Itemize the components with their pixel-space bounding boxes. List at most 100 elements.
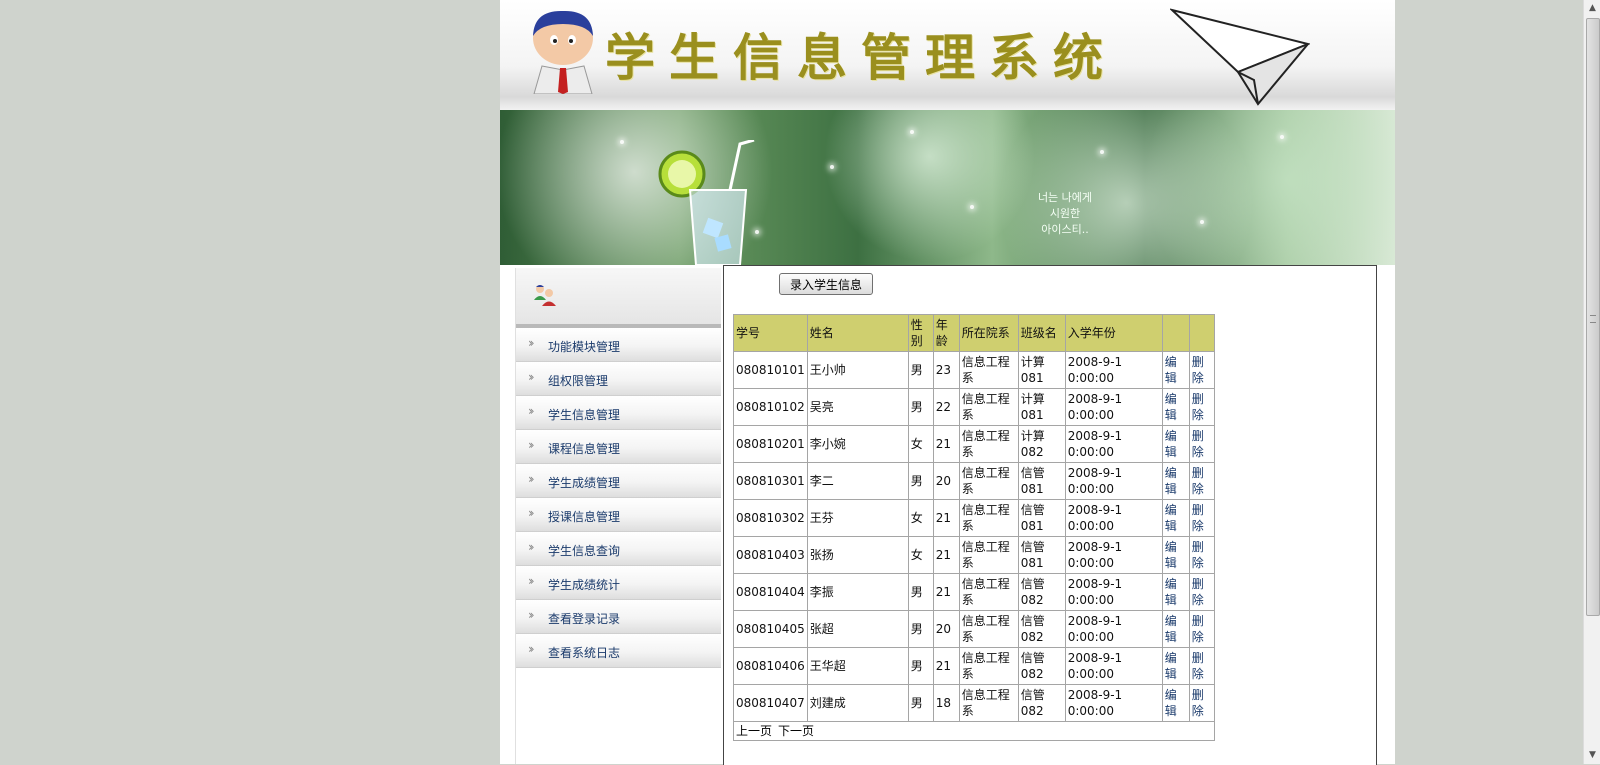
sidebar-item-login-records[interactable]: ›› 查看登录记录 xyxy=(516,600,721,634)
cell-name: 王华超 xyxy=(806,647,909,685)
edit-link[interactable]: 编辑 xyxy=(1165,577,1177,607)
cell-age: 20 xyxy=(932,462,960,500)
sidebar-item-grade-statistics[interactable]: ›› 学生成绩统计 xyxy=(516,566,721,600)
sidebar-item-group-permissions[interactable]: ›› 组权限管理 xyxy=(516,362,721,396)
banner-caption: 너는 나에게 시원한 아이스티.. xyxy=(1020,190,1110,238)
sidebar-item-label: 学生信息查询 xyxy=(548,544,621,558)
cell-age: 23 xyxy=(932,351,960,389)
delete-link[interactable]: 删除 xyxy=(1192,392,1204,422)
cell-class: 信管082 xyxy=(1017,647,1066,685)
delete-link[interactable]: 删除 xyxy=(1192,651,1204,681)
delete-link[interactable]: 删除 xyxy=(1192,503,1204,533)
sidebar-item-teaching-info[interactable]: ›› 授课信息管理 xyxy=(516,498,721,532)
cell-student-id: 080810406 xyxy=(733,647,808,685)
chevron-double-right-icon: ›› xyxy=(528,642,534,656)
cell-gender: 男 xyxy=(907,647,934,685)
edit-link[interactable]: 编辑 xyxy=(1165,540,1177,570)
delete-cell: 删除 xyxy=(1188,610,1215,648)
edit-link[interactable]: 编辑 xyxy=(1165,429,1177,459)
prev-page-link[interactable]: 上一页 xyxy=(736,724,772,738)
sidebar-item-label: 授课信息管理 xyxy=(548,510,621,524)
cell-student-id: 080810302 xyxy=(733,499,808,537)
cell-name: 刘建成 xyxy=(806,684,909,722)
sidebar-header xyxy=(516,268,721,328)
sidebar-item-module-management[interactable]: ›› 功能模块管理 xyxy=(516,328,721,362)
paper-plane-icon xyxy=(1170,8,1310,106)
cell-gender: 女 xyxy=(907,536,934,574)
cell-class: 计算082 xyxy=(1017,425,1066,463)
chevron-double-right-icon: ›› xyxy=(528,574,534,588)
scrollbar-thumb[interactable] xyxy=(1586,18,1600,616)
cell-department: 信息工程系 xyxy=(958,684,1019,722)
cell-gender: 男 xyxy=(907,388,934,426)
vertical-scrollbar[interactable]: ▲ ▼ xyxy=(1583,0,1600,764)
edit-link[interactable]: 编辑 xyxy=(1165,392,1177,422)
scroll-down-arrow-icon[interactable]: ▼ xyxy=(1584,747,1600,764)
sparkle-decoration xyxy=(830,165,834,169)
edit-cell: 编辑 xyxy=(1161,351,1190,389)
cell-class: 信管082 xyxy=(1017,684,1066,722)
users-icon xyxy=(534,285,556,306)
add-student-button[interactable]: 录入学生信息 xyxy=(779,273,873,295)
banner-caption-line: 너는 나에게 xyxy=(1037,191,1093,204)
edit-link[interactable]: 编辑 xyxy=(1165,651,1177,681)
banner-caption-line: 시원한 xyxy=(1049,207,1081,220)
sidebar-item-label: 学生成绩管理 xyxy=(548,476,621,490)
delete-link[interactable]: 删除 xyxy=(1192,688,1204,718)
pager-row: 上一页 下一页 xyxy=(733,721,1215,741)
sidebar-item-student-query[interactable]: ›› 学生信息查询 xyxy=(516,532,721,566)
next-page-link[interactable]: 下一页 xyxy=(778,724,814,738)
pager: 上一页 下一页 xyxy=(733,721,1215,741)
delete-link[interactable]: 删除 xyxy=(1192,540,1204,570)
sidebar-item-course-info[interactable]: ›› 课程信息管理 xyxy=(516,430,721,464)
delete-link[interactable]: 删除 xyxy=(1192,355,1204,385)
sidebar-item-system-log[interactable]: ›› 查看系统日志 xyxy=(516,634,721,668)
student-table: 学号 姓名 性别 年龄 所在院系 班级名 入学年份 080810101 王小帅男 2… xyxy=(733,314,1215,741)
sidebar-item-label: 学生信息管理 xyxy=(548,408,621,422)
cell-department: 信息工程系 xyxy=(958,610,1019,648)
edit-link[interactable]: 编辑 xyxy=(1165,614,1177,644)
cell-gender: 男 xyxy=(907,351,934,389)
delete-link[interactable]: 删除 xyxy=(1192,577,1204,607)
cell-name: 张扬 xyxy=(806,536,909,574)
sidebar-item-label: 功能模块管理 xyxy=(548,340,621,354)
sparkle-decoration xyxy=(1280,135,1284,139)
cell-student-id: 080810403 xyxy=(733,536,808,574)
delete-cell: 删除 xyxy=(1188,351,1215,389)
banner-caption-line: 아이스티.. xyxy=(1041,223,1089,236)
cell-department: 信息工程系 xyxy=(958,573,1019,611)
decorative-banner: 너는 나에게 시원한 아이스티.. xyxy=(500,110,1395,265)
edit-link[interactable]: 编辑 xyxy=(1165,503,1177,533)
cell-student-id: 080810102 xyxy=(733,388,808,426)
cell-name: 李二 xyxy=(806,462,909,500)
cell-name: 李振 xyxy=(806,573,909,611)
delete-link[interactable]: 删除 xyxy=(1192,429,1204,459)
cell-gender: 男 xyxy=(907,573,934,611)
table-row: 080810406 王华超男 21 信息工程系 信管082 2008-9-1 0:00:0… xyxy=(733,647,1215,685)
chevron-double-right-icon: ›› xyxy=(528,370,534,384)
cell-class: 信管081 xyxy=(1017,536,1066,574)
edit-cell: 编辑 xyxy=(1161,573,1190,611)
sidebar-item-grade-management[interactable]: ›› 学生成绩管理 xyxy=(516,464,721,498)
edit-cell: 编辑 xyxy=(1161,610,1190,648)
cell-student-id: 080810301 xyxy=(733,462,808,500)
edit-cell: 编辑 xyxy=(1161,684,1190,722)
sidebar-item-label: 组权限管理 xyxy=(548,374,609,388)
sidebar-item-student-info[interactable]: ›› 学生信息管理 xyxy=(516,396,721,430)
edit-link[interactable]: 编辑 xyxy=(1165,688,1177,718)
sparkle-decoration xyxy=(910,130,914,134)
edit-link[interactable]: 编辑 xyxy=(1165,355,1177,385)
page-container: 学生信息管理系统 너는 나에게 시원한 아이스티.. ›› 功能模块管理 ›› … xyxy=(500,0,1395,765)
cell-enroll-year: 2008-9-1 0:00:00 xyxy=(1064,573,1163,611)
delete-cell: 删除 xyxy=(1188,425,1215,463)
cell-name: 吴亮 xyxy=(806,388,909,426)
sidebar: ›› 功能模块管理 ›› 组权限管理 ›› 学生信息管理 ›› 课程信息管理 ›› 学生成… xyxy=(515,268,721,764)
cell-student-id: 080810101 xyxy=(733,351,808,389)
scroll-up-arrow-icon[interactable]: ▲ xyxy=(1584,0,1600,17)
delete-link[interactable]: 删除 xyxy=(1192,466,1204,496)
delete-link[interactable]: 删除 xyxy=(1192,614,1204,644)
edit-link[interactable]: 编辑 xyxy=(1165,466,1177,496)
page-title: 学生信息管理系统 xyxy=(605,28,1117,87)
cell-class: 信管082 xyxy=(1017,573,1066,611)
cell-enroll-year: 2008-9-1 0:00:00 xyxy=(1064,536,1163,574)
